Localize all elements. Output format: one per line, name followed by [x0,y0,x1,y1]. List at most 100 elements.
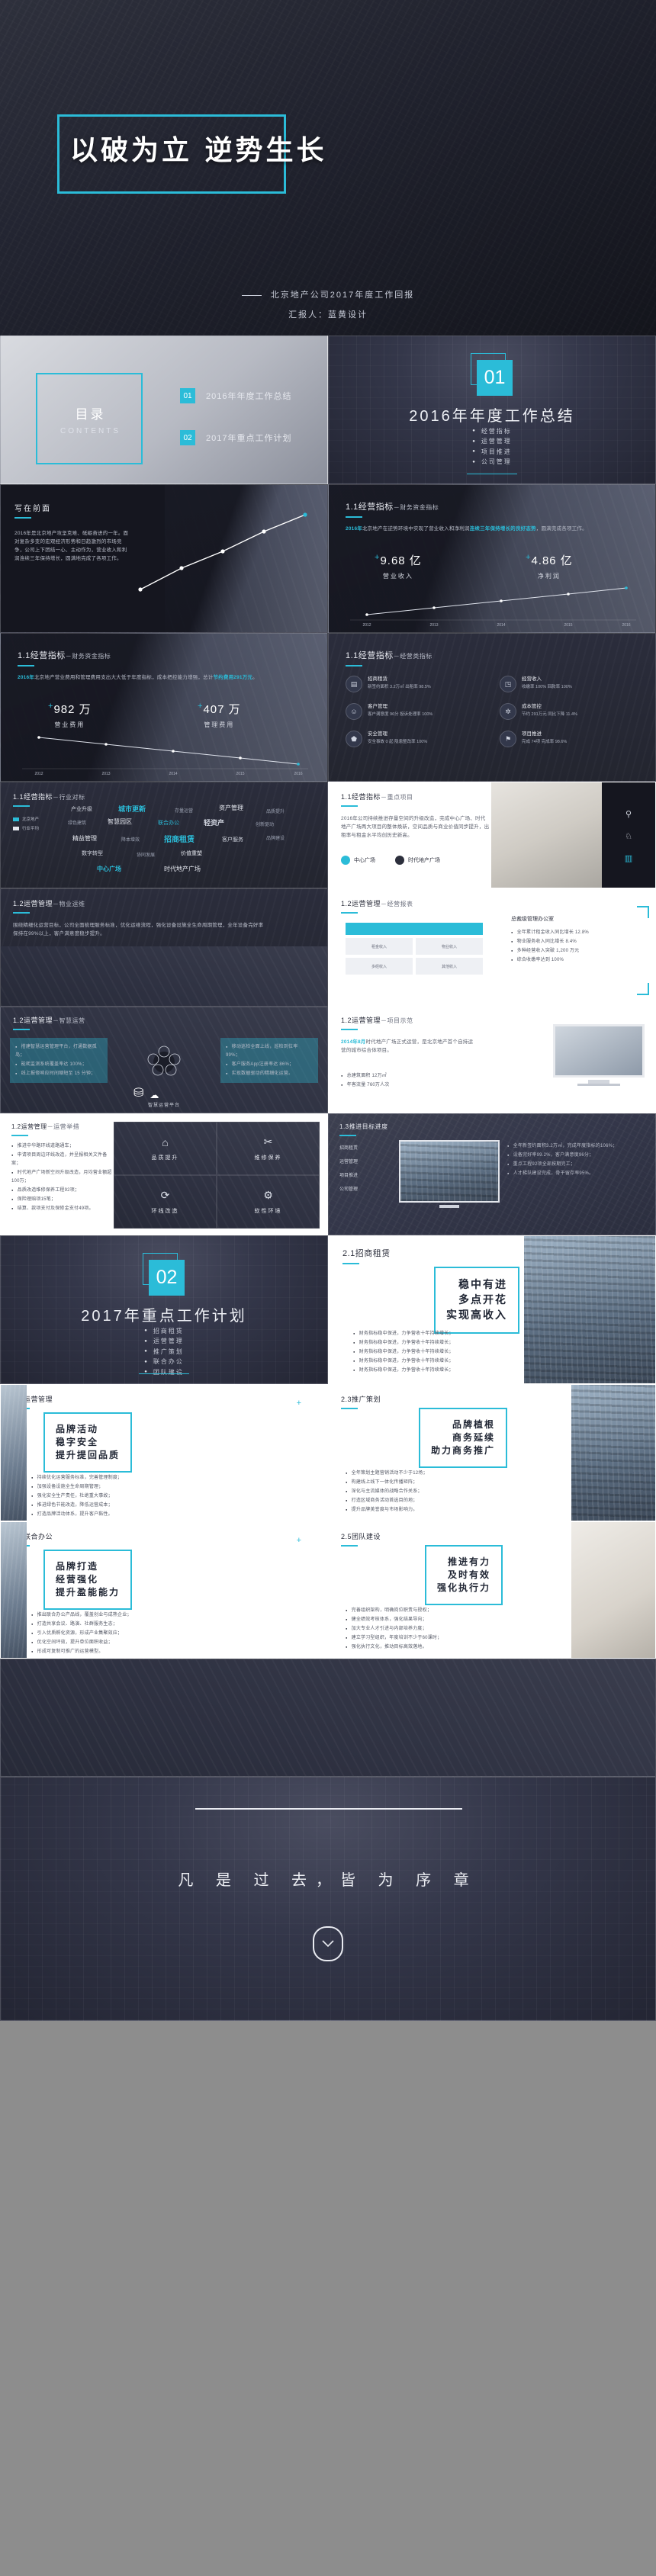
kpi-card-6-caption: 项目推进 完成 74项 完成率 98.6% [522,731,568,744]
measures-cell-1-label: 品质提升 [151,1155,179,1161]
svg-text:2014: 2014 [497,623,505,628]
bar-icon: ▥ [624,853,633,863]
scroll-down-button[interactable] [313,1926,343,1961]
bell-icon: ♘ [625,831,632,841]
kpi-b-stat-1-value: +982 万 [48,702,92,716]
kpi-card-1[interactable]: ▤ 招商租赁 新签约面积 3.2万㎡ 出租率 98.5% [346,676,486,692]
promo-title-block: 2.3推广策划 [341,1394,381,1409]
kpi-slide-a: 1.1经营指标－财务资金指标 2016年北京地产在逆势环境中实现了营业收入和净利… [328,484,656,633]
project-title-block: 1.2运营管理－项目示范 [341,1015,413,1030]
cloud-word-3: 存量运营 [175,809,194,814]
lease-bullet-3: 财务指标稳中保进，力争营收十年持续增长； [353,1347,513,1357]
ops-title-bar [13,912,30,914]
plan-plus-icon: + [296,1399,301,1408]
platform-right-box: 移动巡检全面上线，巡检到位率 99%； 客户服务App注册率达 86%； 实现数… [220,1038,318,1084]
kpi-card-3-caption: 客户管理 客户满意度 96分 投诉处理率 100% [368,704,433,717]
measures-cell-1[interactable]: ⌂ 品质提升 [114,1122,217,1175]
kpi-card-5-caption: 安全管理 安全事故 0 起 隐患整改率 100% [368,731,428,744]
wordcloud-legend: 北京地产 行业平均 [13,816,39,831]
measures-bullet-5: 保险理赔项15笔； [11,1195,115,1204]
kpi-card-2[interactable]: ◳ 经营收入 收缴率 100% 回款率 100% [500,676,640,692]
report-row-4: 其他收入 [416,958,483,975]
lease-bullet-1: 财务指标稳中保进，力争营收十年持续增长； [353,1329,513,1338]
team-slide: 2.5团队建设 推进有力 及时有效 强化执行力 完善组织架构，明确岗位职责与授权… [328,1521,656,1659]
platform-title-bar [13,1029,30,1030]
gear-icon: ⚙ [263,1189,273,1201]
cover-title: 以破为立 逆势生长 [70,135,327,166]
lease-bullet-4: 财务指标稳中保进，力争营收十年持续增长； [353,1357,513,1366]
cover-presenter: 汇报人：蓝黄设计 [288,310,368,320]
cloud-word-2: 城市更新 [118,805,146,813]
project-device [553,1024,645,1086]
cloud-word-8: 联合办公 [158,821,179,826]
report-corner-br [637,983,649,995]
space-title-block: 1.1经营指标－重点项目 [341,792,413,807]
kpi-a-stat-2-value: +4.86 亿 [526,553,573,567]
section2-bullet-3: 推广策划 [1,1347,327,1357]
plan-slide: 2.2运营管理 + 品牌活动 稳字安全 提升提回品质 持续优化运营服务标准，完善… [0,1384,328,1521]
cloud-foot-2: 时代地产广场 [164,866,201,872]
measures-cell-2[interactable]: ✂ 维修保养 [217,1122,320,1175]
kpi-cards-grid: ▤ 招商租赁 新签约面积 3.2万㎡ 出租率 98.5% ◳ 经营收入 收缴率 10… [346,676,640,747]
kpi-card-6[interactable]: ⚑ 项目推进 完成 74项 完成率 98.6% [500,731,640,747]
cover-subtitle: 北京地产公司2017年度工作回报 [270,291,415,300]
section-divider-1: 01 2016年年度工作总结 经营指标 运营管理 项目推进 公司管理 [328,336,656,484]
trophy-icon: ⛁ [133,1087,144,1100]
space-tag-2[interactable]: 时代地产广场 [395,856,440,865]
office-quote: 品牌打造 经营强化 提升盈能能力 [56,1561,121,1598]
kpi-b-lead-post: 。 [252,675,258,680]
toc-item-1[interactable]: 01 2016年年度工作总结 [180,388,291,403]
kpi-cards-slide: 1.1经营指标－经营类指标 ▤ 招商租赁 新签约面积 3.2万㎡ 出租率 98.5… [328,633,656,782]
cloud-word-12: 降本增效 [121,838,140,843]
lease-bullet-2: 财务指标稳中保进，力争营收十年持续增长； [353,1338,513,1347]
promo-bullet-4: 打造区域商务活动首选目的地； [346,1496,521,1505]
house-icon: ⌂ [162,1135,169,1148]
toc-number-1: 01 [180,388,195,403]
wordcloud-canvas: 产业升级 城市更新 存量运营 资产管理 品质提升 绿色建筑 智慧园区 联合办公 … [66,802,318,875]
toc-item-2[interactable]: 02 2017年重点工作计划 [180,430,291,445]
ops-title: 1.2运营管理－物业运维 [13,898,85,914]
kpi-card-3[interactable]: ☺ 客户管理 客户满意度 96分 投诉处理率 100% [346,703,486,720]
kpi-card-5[interactable]: ⬟ 安全管理 安全事故 0 起 隐患整改率 100% [346,731,486,747]
intro-title-bar [14,517,31,519]
team-photo [571,1522,655,1658]
report-side-2: 物业服务收入同比增长 8.4% [511,937,645,946]
kpi-card-4[interactable]: ✲ 成本管控 节约 291万元 同比下降 11.4% [500,703,640,720]
measures-title-bar [11,1135,28,1136]
wrench-icon: ✂ [263,1135,273,1148]
flag-icon: ⚑ [500,731,516,747]
report-header-bar [346,923,483,935]
kpi-card-1-caption: 招商租赁 新签约面积 3.2万㎡ 出租率 98.5% [368,676,431,689]
intro-slide: 写在前面 2016年是北京地产攻坚克难、砥砺奋进的一年。面对复杂多变的宏观经济形… [0,484,328,633]
measures-cell-3[interactable]: ⟳ 环线改造 [114,1175,217,1229]
svg-text:2016: 2016 [294,772,302,776]
section2-title: 2017年重点工作计划 [81,1308,247,1325]
row-ops-report: 1.2运营管理－物业运维 围绕精细化运营目标，公司全面梳理服务标准，优化运维流程… [0,888,656,1007]
cloud-word-13: 招商租赁 [164,836,195,844]
cover-slide: 以破为立 逆势生长 北京地产公司2017年度工作回报 汇报人：蓝黄设计 [0,0,656,336]
svg-text:2012: 2012 [362,623,371,628]
team-bullet-2: 健全绩效考核体系，强化结果导向； [346,1615,521,1624]
cloud-word-16: 数字转型 [82,851,103,856]
promo-title-bar [341,1408,358,1409]
pin-icon [341,856,350,865]
kpi-b-stat-1: +982 万 营业费用 [48,701,92,729]
kpi-b-stat-1-label: 营业费用 [54,721,85,728]
project-bullet-2: 年客流量 760万人次 [341,1081,474,1090]
kpi-a-lead-hl: 连续三年保持增长的良好态势 [469,526,536,532]
gear-icon: ✲ [500,703,516,720]
measures-bullet-2: 申请项目周边环线改造，并呈报相关文件备案； [11,1151,115,1168]
office-plus-icon: + [296,1536,301,1545]
cloud-word-18: 价值重塑 [181,851,202,856]
measures-cell-4[interactable]: ⚙ 软性环境 [217,1175,320,1229]
legend-item-1: 北京地产 [13,816,39,822]
measures-title-block: 1.2运营管理－运营举措 [11,1122,79,1136]
progress-item-2: 设备完好率99.2%，客户满意度96分； [507,1151,645,1160]
cloud-word-4: 资产管理 [219,805,243,811]
wordcloud-slide: 1.1经营指标－行业对标 北京地产 行业平均 产业升级 城市更新 存量运营 资产… [0,782,328,888]
report-title-block: 1.2运营管理－经营报表 [341,898,413,914]
progress-slide: 1.3推进目标进度 招商租赁 运营管理 项目推进 公司管理 全年新签约面积3.2… [328,1113,656,1235]
wordcloud-title-bar [13,805,30,807]
space-tag-1[interactable]: 中心广场 [341,856,375,865]
row-kpi-b-cards: 1.1经营指标－财务资金指标 2016年北京地产营业费用和管理费用支出大大低于年… [0,633,656,782]
